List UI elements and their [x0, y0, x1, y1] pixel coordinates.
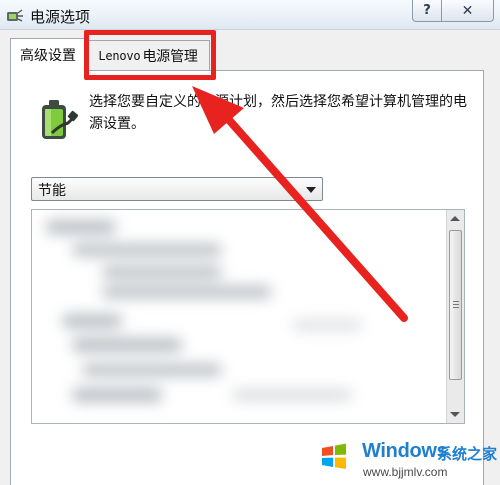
advanced-settings-panel: 选择您要自定义的电源计划，然后选择您希望计算机管理的电源设置。 节能 [10, 70, 484, 485]
help-button[interactable]: ? [412, 0, 442, 22]
windows-logo-icon [314, 443, 354, 469]
tab-advanced-settings[interactable]: 高级设置 [10, 38, 86, 71]
tab-strip: 高级设置 Lenovo 电源管理 [0, 30, 500, 71]
title-bar: 电源选项 ? ✕ [0, 0, 500, 30]
blurred-settings-content [32, 210, 446, 423]
close-button[interactable]: ✕ [442, 0, 494, 22]
watermark-title: Windows [362, 440, 448, 462]
power-options-icon [7, 9, 23, 22]
watermark-subtitle: 系统之家 [437, 445, 498, 463]
scroll-down-icon[interactable] [450, 412, 460, 417]
power-plan-select[interactable]: 节能 [31, 177, 323, 201]
vertical-scrollbar[interactable] [446, 210, 464, 423]
grip-icon [453, 301, 459, 308]
tab-highlight-box [84, 30, 216, 80]
window-title: 电源选项 [30, 8, 91, 26]
chevron-down-icon [306, 187, 316, 193]
power-settings-tree[interactable] [31, 209, 465, 424]
power-plan-select-value: 节能 [38, 183, 66, 199]
watermark-url: www.bjjmlv.com [363, 465, 448, 479]
plan-description: 选择您要自定义的电源计划，然后选择您希望计算机管理的电源设置。 [89, 94, 467, 132]
scroll-up-icon[interactable] [450, 216, 460, 221]
scrollbar-thumb[interactable] [449, 230, 462, 380]
battery-plug-icon [42, 100, 78, 139]
